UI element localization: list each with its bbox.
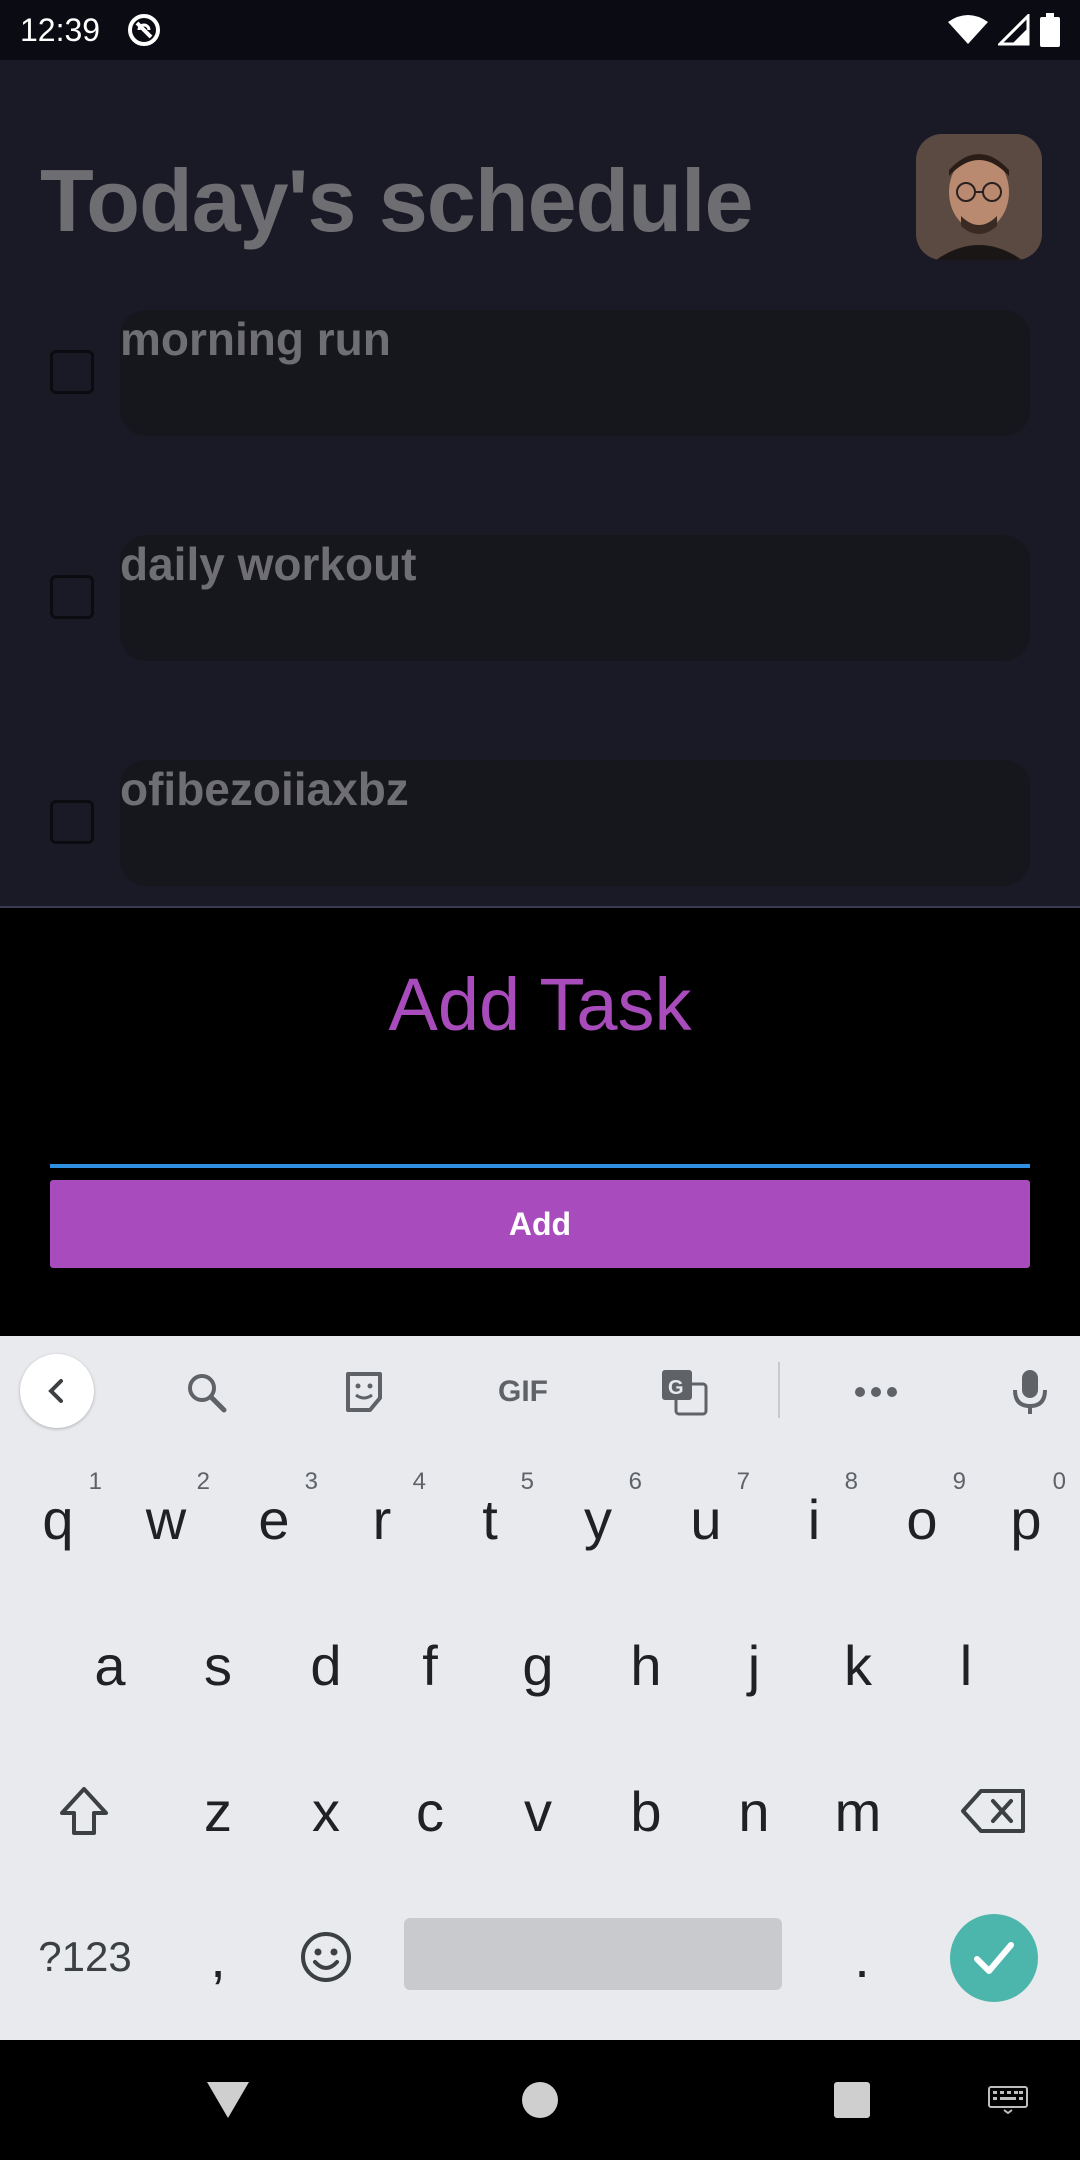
key-t[interactable]: t5 (436, 1446, 544, 1592)
key-q[interactable]: q1 (4, 1446, 112, 1592)
key-h[interactable]: h (592, 1592, 700, 1738)
key-l[interactable]: l (912, 1592, 1020, 1738)
add-button[interactable]: Add (50, 1180, 1030, 1268)
key-v[interactable]: v (484, 1738, 592, 1884)
shift-icon (60, 1787, 108, 1835)
keyboard-toolbar: GIF G (0, 1336, 1080, 1446)
sticker-icon[interactable] (336, 1364, 392, 1420)
back-icon[interactable] (20, 1354, 94, 1428)
wifi-icon (948, 15, 988, 44)
more-icon[interactable] (848, 1364, 904, 1420)
nav-recents-icon[interactable] (814, 2062, 890, 2138)
navigation-bar (0, 2040, 1080, 2160)
key-k[interactable]: k (804, 1592, 912, 1738)
key-r[interactable]: r4 (328, 1446, 436, 1592)
key-a[interactable]: a (56, 1592, 164, 1738)
signal-icon (998, 14, 1030, 46)
avatar[interactable] (916, 134, 1042, 260)
key-j[interactable]: j (700, 1592, 808, 1738)
gif-button[interactable]: GIF (488, 1364, 558, 1420)
emoji-key[interactable] (272, 1884, 380, 2030)
key-d[interactable]: d (272, 1592, 380, 1738)
keyboard: GIF G q1 w2 e3 r4 t5 y6 u7 i8 o9 p0 a s … (0, 1336, 1080, 2040)
shift-key[interactable] (20, 1738, 148, 1884)
status-bar: 12:39 (0, 0, 1080, 60)
key-row-1: q1 w2 e3 r4 t5 y6 u7 i8 o9 p0 (0, 1446, 1080, 1592)
emoji-icon (301, 1932, 351, 1982)
page-title: Today's schedule (40, 151, 753, 250)
symbols-key[interactable]: ?123 (20, 1884, 150, 2030)
key-w[interactable]: w2 (112, 1446, 220, 1592)
toolbar-divider (778, 1362, 780, 1418)
key-b[interactable]: b (592, 1738, 700, 1884)
key-u[interactable]: u7 (652, 1446, 760, 1592)
key-row-2: a s d f g h j k l (0, 1592, 1080, 1738)
key-s[interactable]: s (164, 1592, 272, 1738)
backspace-icon (961, 1789, 1025, 1833)
key-i[interactable]: i8 (760, 1446, 868, 1592)
task-item: morning run (0, 310, 1080, 436)
task-card[interactable]: ofibezoiiaxbz (120, 760, 1030, 886)
battery-icon (1040, 13, 1060, 47)
key-x[interactable]: x (272, 1738, 380, 1884)
key-m[interactable]: m (804, 1738, 912, 1884)
schedule-screen: Today's schedule morning run daily worko… (0, 60, 1080, 908)
key-z[interactable]: z (164, 1738, 272, 1884)
comma-key[interactable]: , (164, 1884, 272, 2030)
mic-icon[interactable] (1002, 1364, 1058, 1420)
key-n[interactable]: n (700, 1738, 808, 1884)
svg-text:G: G (668, 1377, 684, 1399)
task-input[interactable] (50, 1088, 1030, 1168)
space-bar[interactable] (404, 1918, 782, 1990)
no-disturb-icon (128, 14, 161, 46)
task-card[interactable]: morning run (120, 310, 1030, 436)
period-key[interactable]: . (808, 1884, 916, 2030)
search-icon[interactable] (178, 1364, 234, 1420)
gif-label: GIF (498, 1375, 548, 1408)
key-c[interactable]: c (376, 1738, 484, 1884)
keyboard-switch-icon[interactable] (970, 2062, 1046, 2138)
key-e[interactable]: e3 (220, 1446, 328, 1592)
key-y[interactable]: y6 (544, 1446, 652, 1592)
task-card[interactable]: daily workout (120, 535, 1030, 661)
translate-icon[interactable]: G (656, 1364, 712, 1420)
task-label: daily workout (120, 538, 417, 590)
sheet-title: Add Task (388, 963, 692, 1046)
task-checkbox[interactable] (50, 350, 94, 394)
backspace-key[interactable] (926, 1738, 1062, 1884)
task-label: ofibezoiiaxbz (120, 763, 409, 815)
add-task-sheet: Add Task Add (0, 908, 1080, 1336)
task-label: morning run (120, 313, 391, 365)
task-checkbox[interactable] (50, 575, 94, 619)
key-g[interactable]: g (484, 1592, 592, 1738)
task-item: ofibezoiiaxbz (0, 760, 1080, 886)
key-o[interactable]: o9 (868, 1446, 976, 1592)
task-item: daily workout (0, 535, 1080, 661)
key-row-3: z x c v b n m (0, 1738, 1080, 1884)
enter-key[interactable] (950, 1914, 1038, 2002)
check-icon (974, 1942, 1014, 1974)
nav-home-icon[interactable] (502, 2062, 578, 2138)
status-time: 12:39 (20, 11, 101, 48)
key-f[interactable]: f (376, 1592, 484, 1738)
key-p[interactable]: p0 (976, 1446, 1076, 1592)
task-checkbox[interactable] (50, 800, 94, 844)
nav-back-icon[interactable] (190, 2062, 266, 2138)
